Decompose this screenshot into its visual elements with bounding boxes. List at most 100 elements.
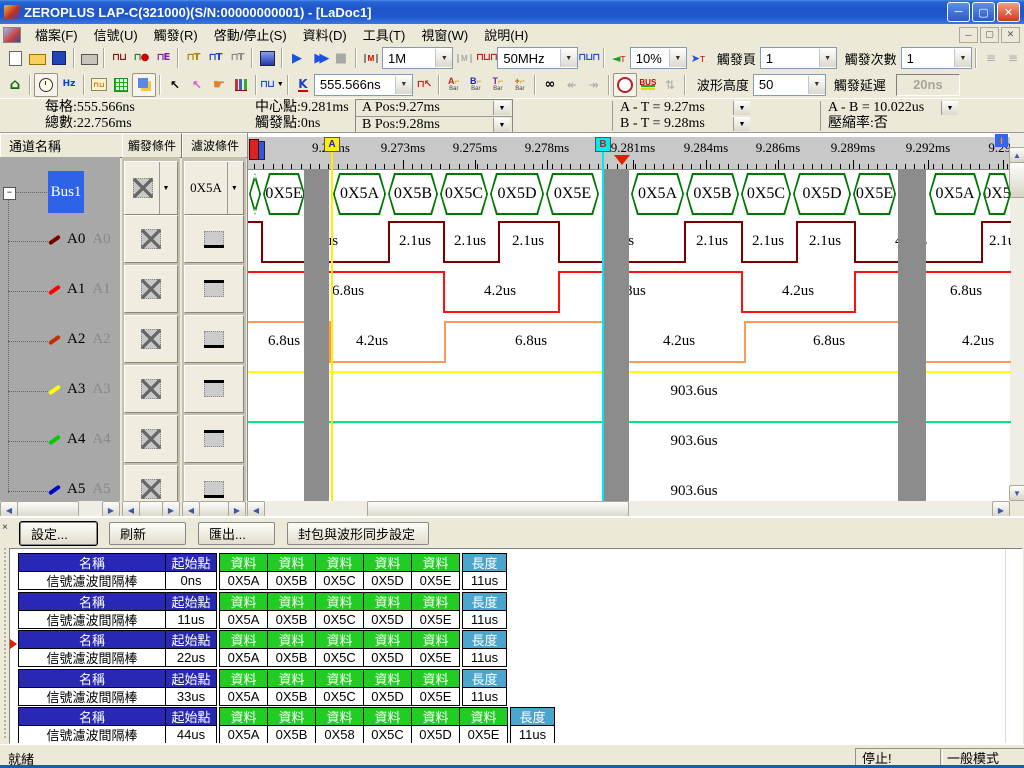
sync-clock-icon[interactable] <box>613 73 637 97</box>
stack-icon[interactable]: ≡ <box>980 47 1002 69</box>
panel-button-1[interactable]: 刷新 <box>109 522 186 545</box>
a1-filter-cell[interactable] <box>184 265 244 313</box>
sampling-setup-icon[interactable]: ⊓⊔ <box>108 47 130 69</box>
frequency-gauge-icon[interactable]: Hz <box>58 74 80 96</box>
a-bar-icon[interactable]: A⌐Bar <box>443 74 465 96</box>
a5-filter-cell[interactable] <box>184 465 244 501</box>
chevron-down-icon[interactable]: ▼ <box>669 49 686 67</box>
multi-select-cursor-icon[interactable]: ↖ <box>186 74 208 96</box>
panel-drag-handle[interactable] <box>4 548 7 738</box>
bus-item[interactable]: Bus1 <box>48 171 84 213</box>
b-bar-flag[interactable]: B <box>595 137 611 152</box>
menu-item-7[interactable]: 說明(H) <box>476 23 536 46</box>
wave-height-combo[interactable]: 50 ▼ <box>753 74 826 96</box>
hand-pan-icon[interactable]: ☛ <box>208 74 230 96</box>
tree-hscrollbar[interactable]: ◀ ▶ <box>0 501 120 517</box>
panel-button-3[interactable]: 封包與波形同步設定 <box>287 522 429 545</box>
chevron-down-icon[interactable]: ▼ <box>954 49 971 67</box>
panel-button-0[interactable]: 設定... <box>20 522 97 545</box>
a4-trigger-cell[interactable] <box>124 415 178 463</box>
memory-depth-combo[interactable]: 1M ▼ <box>382 47 453 69</box>
bus-trigger-cell[interactable]: ▼ <box>124 161 178 215</box>
a-pos-dropdown[interactable]: ▼ <box>493 101 510 115</box>
a4-filter-cell[interactable] <box>184 415 244 463</box>
chevron-down-icon[interactable]: ▼ <box>808 76 825 94</box>
select-cursor-icon[interactable]: ↖ <box>164 74 186 96</box>
packet-value-row[interactable]: 信號濾波間隔棒33us0X5A0X5B0X5C0X5D0X5E11us <box>18 687 506 706</box>
tile-windows-icon[interactable] <box>132 73 156 97</box>
memory-depth-icon[interactable]: M <box>360 47 382 69</box>
packet-value-row[interactable]: 信號濾波間隔棒22us0X5A0X5B0X5C0X5D0X5E11us <box>18 648 506 667</box>
document-icon[interactable] <box>3 27 21 43</box>
waveform-window-icon[interactable]: ⊓⊔ <box>88 74 110 96</box>
b-bar-line[interactable] <box>602 151 604 501</box>
bus-filter-cell[interactable]: 0X5A▼ <box>184 161 244 215</box>
menu-item-0[interactable]: 檔案(F) <box>27 23 86 46</box>
channel-item-a3[interactable]: A3A3 <box>48 381 111 398</box>
chevron-down-icon[interactable]: ▼ <box>227 162 238 214</box>
trigger-count-combo[interactable]: 1 ▼ <box>901 47 972 69</box>
channel-setup-icon[interactable]: ⊓● <box>130 47 152 69</box>
mdi-minimize-button[interactable]: ─ <box>959 27 978 43</box>
a-b-dropdown[interactable]: ▼ <box>941 101 958 115</box>
new-file-icon[interactable] <box>4 47 26 69</box>
minimize-button[interactable]: ─ <box>947 2 970 22</box>
chevron-down-icon[interactable]: ▼ <box>560 49 577 67</box>
zoom-sample-icon[interactable]: K <box>292 74 314 96</box>
menu-item-6[interactable]: 視窗(W) <box>413 23 476 46</box>
menu-item-2[interactable]: 觸發(R) <box>146 23 206 46</box>
run-icon[interactable]: ▶ <box>286 47 308 69</box>
chevron-down-icon[interactable]: ▼ <box>435 49 452 67</box>
time-div-combo[interactable]: 555.566ns ▼ <box>314 74 413 96</box>
channel-item-a2[interactable]: A2A2 <box>48 331 111 348</box>
a0-filter-cell[interactable] <box>184 215 244 263</box>
goto-trigger-bar-icon[interactable]: ⊓↖ <box>413 74 435 96</box>
channel-item-a1[interactable]: A1A1 <box>48 281 111 298</box>
mdi-close-button[interactable]: ✕ <box>1001 27 1020 43</box>
panel-button-2[interactable]: 匯出... <box>198 522 275 545</box>
wave-mode-icon[interactable]: ⊓⊔▼ <box>260 74 284 96</box>
bus-setup-icon[interactable]: ⊓E <box>152 47 174 69</box>
clock-icon[interactable] <box>34 73 58 97</box>
close-button[interactable]: ✕ <box>997 2 1020 22</box>
sample-freq-combo[interactable]: 50MHz ▼ <box>497 47 577 69</box>
find-icon[interactable]: ∞ <box>539 74 561 96</box>
trigger-marker-icon[interactable] <box>614 155 630 165</box>
channel-item-a5[interactable]: A5A5 <box>48 481 111 498</box>
a-bar-line[interactable] <box>331 151 333 501</box>
channel-item-a0[interactable]: A0A0 <box>48 231 111 248</box>
b-bar-icon[interactable]: B⌐Bar <box>465 74 487 96</box>
menu-item-3[interactable]: 啓動/停止(S) <box>206 23 295 46</box>
trigger-wave-icon[interactable]: ⊓T <box>204 47 226 69</box>
chevron-down-icon[interactable]: ▼ <box>819 49 836 67</box>
mdi-restore-button[interactable]: ▢ <box>980 27 999 43</box>
channel-item-a4[interactable]: A4A4 <box>48 431 111 448</box>
trigger-text-icon[interactable]: ⊓T <box>226 47 248 69</box>
menu-item-1[interactable]: 信號(U) <box>86 23 146 46</box>
panel-close-icon[interactable]: × <box>2 522 14 534</box>
listing-window-icon[interactable] <box>110 74 132 96</box>
trigger-pos-combo[interactable]: 10% ▼ <box>630 47 687 69</box>
time-ruler[interactable]: 9.27ms9.273ms9.275ms9.278ms9.281ms9.284m… <box>248 137 1011 170</box>
scroll-up-icon[interactable]: ▲ <box>1009 147 1024 163</box>
channel-tree[interactable]: −Bus1A0A0A1A1A2A2A3A3A4A4A5A5 <box>0 157 120 501</box>
measure-chart-icon[interactable] <box>230 74 252 96</box>
a3-trigger-cell[interactable] <box>124 365 178 413</box>
+-bar-icon[interactable]: +⌐Bar <box>509 74 531 96</box>
a0-trigger-cell[interactable] <box>124 215 178 263</box>
next-icon[interactable]: ↠ <box>583 74 605 96</box>
chevron-down-icon[interactable]: ▼ <box>159 162 170 214</box>
scroll-down-icon[interactable]: ▼ <box>1009 485 1024 501</box>
chevron-down-icon[interactable]: ▼ <box>395 76 412 94</box>
t-bar-icon[interactable]: T⌐Bar <box>487 74 509 96</box>
save-file-icon[interactable] <box>48 47 70 69</box>
scroll-thumb[interactable] <box>1009 162 1024 198</box>
trigger-page-combo[interactable]: 1 ▼ <box>760 47 837 69</box>
a2-filter-cell[interactable] <box>184 315 244 363</box>
filter-hscrollbar[interactable]: ◀ ▶ <box>182 501 246 517</box>
unstack-icon[interactable]: ≡ <box>1002 47 1024 69</box>
home-icon[interactable]: ⌂ <box>4 74 26 96</box>
wave-vertical-scrollbar[interactable]: ▲ ▼ <box>1010 133 1024 501</box>
trigger-mark-icon[interactable]: ⊓T <box>182 47 204 69</box>
menu-item-5[interactable]: 工具(T) <box>355 23 414 46</box>
